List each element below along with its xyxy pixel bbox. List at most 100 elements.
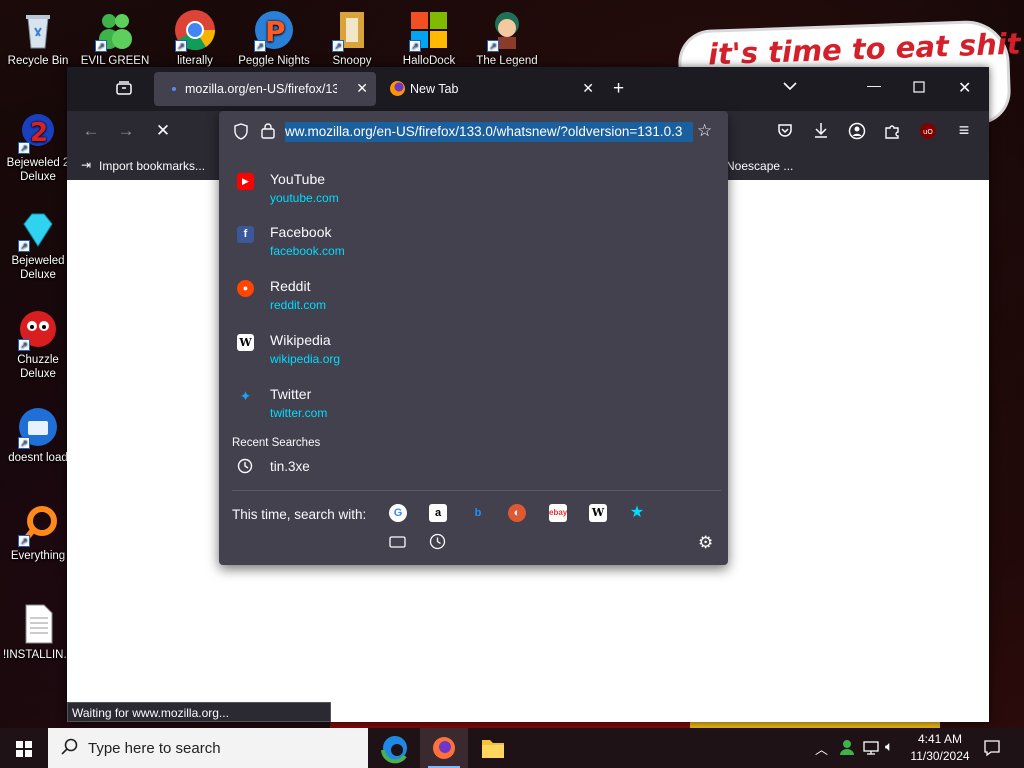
thunderbird-icon: ↗ — [16, 405, 60, 449]
maximize-icon[interactable] — [913, 80, 925, 96]
desktop-icon-snoopy[interactable]: ↗ Snoopy — [314, 8, 390, 68]
desktop-icon-label: doesnt load — [8, 452, 68, 464]
diamond-gem-icon: ↗ — [16, 208, 60, 252]
desktop-icon-label: Bejeweled Deluxe — [11, 255, 65, 281]
stop-loading-icon[interactable]: ✕ — [149, 121, 177, 141]
import-bookmarks-link[interactable]: Import bookmarks... — [99, 159, 205, 173]
firefox-icon — [433, 737, 455, 759]
desktop-icon-bejeweled[interactable]: ↗ Bejeweled Deluxe — [0, 208, 76, 282]
desktop-icon-label: Bejeweled 2 Deluxe — [6, 157, 70, 183]
snoopy-icon: ↗ — [330, 8, 374, 52]
suggestion-title: Twitter — [270, 386, 312, 402]
url-bar[interactable]: ww.mozilla.org/en-US/firefox/133.0/whats… — [219, 111, 728, 151]
suggestion-wikipedia[interactable]: W Wikipedia wikipedia.org — [219, 328, 728, 380]
desktop-icon-recycle-bin[interactable]: Recycle Bin — [0, 8, 76, 68]
ublock-origin-icon[interactable]: uO — [914, 122, 942, 145]
start-button[interactable] — [0, 728, 48, 768]
suggestion-facebook[interactable]: f Facebook facebook.com — [219, 220, 728, 272]
desktop-icon-label: Peggle Nights — [238, 55, 310, 67]
ebay-icon[interactable]: ebay — [549, 504, 567, 522]
bookmarks-star-icon[interactable]: ★ — [628, 504, 646, 522]
google-icon[interactable]: G — [389, 504, 407, 522]
tab-overview-icon[interactable] — [115, 80, 133, 99]
suggestion-url: reddit.com — [270, 298, 327, 312]
history-search-icon[interactable] — [429, 533, 446, 555]
lock-icon[interactable] — [260, 122, 276, 145]
firefox-icon — [390, 81, 405, 96]
show-hidden-icons-chevron-icon[interactable]: ︿ — [815, 739, 828, 758]
hamburger-menu-icon[interactable]: ≡ — [950, 120, 978, 141]
suggestion-title: Facebook — [270, 224, 332, 240]
desktop-icon-hallodock[interactable]: ↗ HalloDock — [391, 8, 467, 68]
desktop-icon-chuzzle[interactable]: ↗ Chuzzle Deluxe — [0, 307, 76, 381]
clock[interactable]: 4:41 AM 11/30/2024 — [908, 731, 972, 765]
search-icon — [60, 738, 78, 760]
tab-mozilla[interactable]: mozilla.org/en-US/firefox/133.0/ ✕ — [154, 72, 376, 106]
pocket-icon[interactable] — [771, 122, 799, 143]
folder-icon — [482, 740, 504, 758]
list-all-tabs-chevron-icon[interactable] — [782, 79, 798, 95]
volume-icon[interactable]: 🔈︎ — [885, 738, 893, 755]
bookmark-star-icon[interactable]: ☆ — [697, 121, 712, 141]
urlbar-dropdown-panel: ww.mozilla.org/en-US/firefox/133.0/whats… — [219, 111, 728, 565]
extensions-puzzle-icon[interactable] — [878, 122, 906, 145]
network-icon[interactable] — [862, 739, 880, 762]
desktop-icon-label: literally — [177, 55, 213, 67]
wikipedia-icon[interactable]: W — [589, 504, 607, 522]
desktop-icon-everything[interactable]: ↗ Everything — [0, 503, 76, 563]
suggestion-twitter[interactable]: ✦ Twitter twitter.com — [219, 382, 728, 434]
windows-start-icon — [16, 741, 32, 757]
back-arrow-icon[interactable]: ← — [77, 121, 105, 141]
desktop-icon-label: EVIL GREEN — [80, 55, 150, 67]
text-file-icon — [16, 602, 60, 646]
tab-new-tab[interactable]: New Tab ✕ — [380, 72, 602, 106]
loading-dot-icon — [172, 87, 176, 91]
history-clock-icon — [237, 458, 253, 478]
tracking-protection-shield-icon[interactable] — [233, 123, 249, 145]
minimize-icon[interactable]: — — [867, 77, 881, 93]
status-bar: Waiting for www.mozilla.org... — [67, 702, 331, 722]
url-input[interactable]: ww.mozilla.org/en-US/firefox/133.0/whats… — [285, 122, 693, 142]
desktop-icon-installing[interactable]: !INSTALLIN... — [0, 602, 76, 662]
downloads-icon[interactable] — [807, 121, 835, 144]
desktop-icon-doesnt-load[interactable]: ↗ doesnt load — [0, 405, 76, 465]
new-tab-button[interactable]: + — [613, 78, 624, 100]
bookmark-noescape[interactable]: Noescape ... — [726, 159, 793, 173]
account-icon[interactable] — [843, 122, 871, 145]
close-tab-icon[interactable]: ✕ — [582, 80, 594, 97]
desktop-icon-the-legend[interactable]: ↗ The Legend — [469, 8, 545, 68]
recycle-bin-icon — [16, 8, 60, 52]
taskbar-firefox[interactable] — [420, 728, 468, 768]
amazon-icon[interactable]: a — [429, 504, 447, 522]
search-placeholder: Type here to search — [88, 740, 221, 757]
tabs-search-icon[interactable] — [389, 535, 406, 554]
taskbar-file-explorer[interactable] — [469, 728, 517, 768]
recent-search-item[interactable]: tin.3xe — [219, 455, 728, 479]
suggestion-reddit[interactable]: ● Reddit reddit.com — [219, 274, 728, 326]
recent-search-text: tin.3xe — [270, 459, 310, 474]
taskbar: Type here to search ︿ 🔈︎ 4:41 AM 11/30/2… — [0, 728, 1024, 768]
desktop-icon-bejeweled2[interactable]: 2 ↗ Bejeweled 2 Deluxe — [0, 110, 76, 184]
close-window-icon[interactable]: ✕ — [958, 78, 971, 98]
user-presence-icon[interactable] — [838, 738, 856, 761]
desktop-icon-literally[interactable]: ↗ literally — [157, 8, 233, 68]
bing-icon[interactable]: b — [469, 504, 487, 522]
search-settings-gear-icon[interactable]: ⚙ — [698, 533, 713, 553]
suggestion-url: facebook.com — [270, 244, 345, 258]
forward-arrow-icon[interactable]: → — [112, 121, 140, 141]
duckduckgo-icon[interactable]: ◐ — [508, 504, 526, 522]
peggle-icon: P ↗ — [252, 8, 296, 52]
taskbar-search-box[interactable]: Type here to search — [48, 728, 368, 768]
close-tab-icon[interactable]: ✕ — [356, 80, 368, 97]
twitter-icon: ✦ — [239, 388, 252, 404]
desktop-icon-label: Recycle Bin — [7, 55, 69, 67]
taskbar-edge[interactable] — [371, 728, 419, 768]
suggestion-title: Reddit — [270, 278, 311, 294]
desktop-icon-peggle[interactable]: P ↗ Peggle Nights — [236, 8, 312, 68]
notifications-icon[interactable] — [983, 739, 1001, 762]
everything-search-icon: ↗ — [16, 503, 60, 547]
suggestion-youtube[interactable]: ▶ YouTube youtube.com — [219, 167, 728, 219]
desktop-icon-evil-green[interactable]: ↗ EVIL GREEN — [77, 8, 153, 68]
import-bookmarks-icon: ⇥ — [81, 158, 92, 172]
game-character-icon: ↗ — [485, 8, 529, 52]
